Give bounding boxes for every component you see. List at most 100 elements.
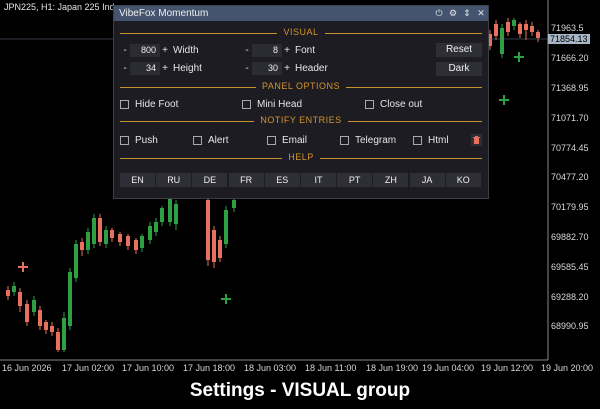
telegram-label: Telegram	[355, 134, 397, 146]
candle-body	[232, 200, 236, 208]
candle-body	[118, 234, 122, 242]
lang-button-pt[interactable]: PT	[337, 173, 373, 187]
date-tick-label: 19 Jun 12:00	[481, 363, 534, 373]
header-minus-button[interactable]: -	[242, 63, 252, 74]
section-help: HELP	[120, 152, 482, 164]
date-tick-label: 17 Jun 18:00	[183, 363, 236, 373]
candle-body	[518, 24, 522, 34]
dark-button[interactable]: Dark	[436, 62, 482, 76]
power-icon[interactable]: ⏻	[432, 6, 446, 21]
candle-body	[506, 22, 510, 32]
arrows-icon[interactable]: ⇕	[460, 6, 474, 21]
candle-body	[6, 290, 10, 296]
price-tick-label: 68990.95	[551, 321, 589, 331]
date-tick-label: 18 Jun 11:00	[305, 363, 357, 373]
candle-body	[148, 226, 152, 240]
section-visual-label: VISUAL	[277, 27, 325, 37]
lang-button-en[interactable]: EN	[120, 173, 155, 187]
panel-title: VibeFox Momentum	[119, 8, 209, 19]
settings-panel: VibeFox Momentum ⏻ ⚙ ⇕ ✕ VISUAL - 800 + …	[113, 5, 489, 199]
date-tick-label: 19 Jun 04:00	[422, 363, 475, 373]
trash-icon[interactable]	[471, 134, 482, 146]
font-label: Font	[295, 45, 316, 56]
candle-body	[168, 196, 172, 222]
price-tick-label: 71071.70	[551, 113, 589, 123]
height-value[interactable]: 34	[130, 62, 160, 75]
telegram-checkbox[interactable]: Telegram	[340, 134, 396, 146]
candle-body	[62, 318, 66, 350]
date-tick-label: 19 Jun 20:00	[541, 363, 594, 373]
height-plus-button[interactable]: +	[160, 63, 170, 74]
alert-checkbox[interactable]: Alert	[193, 134, 229, 146]
panel-title-bar[interactable]: VibeFox Momentum ⏻ ⚙ ⇕ ✕	[114, 6, 488, 21]
candle-body	[56, 332, 60, 350]
mini-head-label: Mini Head	[257, 98, 303, 110]
reset-button[interactable]: Reset	[436, 43, 482, 57]
candle-body	[174, 204, 178, 224]
height-label: Height	[173, 63, 202, 74]
lang-button-ko[interactable]: KO	[445, 173, 481, 187]
candle-body	[12, 286, 16, 292]
lang-button-de[interactable]: DE	[192, 173, 228, 187]
lang-button-it[interactable]: IT	[301, 173, 336, 187]
candle-body	[110, 230, 114, 238]
lang-button-zh[interactable]: ZH	[373, 173, 409, 187]
lang-button-es[interactable]: ES	[264, 173, 300, 187]
signal-marker	[499, 95, 509, 105]
candle-body	[74, 244, 78, 278]
candle-body	[104, 230, 108, 244]
header-stepper[interactable]: - 30 + Header	[242, 62, 328, 75]
candle-body	[92, 218, 96, 244]
hide-foot-checkbox[interactable]: Hide Foot	[120, 98, 178, 110]
price-tick-label: 71368.95	[551, 83, 589, 93]
close-out-label: Close out	[380, 98, 423, 110]
close-out-checkbox[interactable]: Close out	[365, 98, 422, 110]
date-tick-label: 18 Jun 03:00	[244, 363, 297, 373]
price-tick-label: 70179.95	[551, 202, 589, 212]
width-value[interactable]: 800	[130, 44, 160, 57]
header-plus-button[interactable]: +	[282, 63, 292, 74]
price-tick-label: 70477.20	[551, 172, 589, 182]
font-stepper[interactable]: - 8 + Font	[242, 44, 315, 57]
signal-marker	[221, 294, 231, 304]
date-tick-label: 17 Jun 02:00	[62, 363, 115, 373]
price-tick-label: 69288.20	[551, 292, 589, 302]
caption-text: Settings - VISUAL group	[189, 380, 411, 401]
section-visual: VISUAL	[120, 27, 482, 39]
width-stepper[interactable]: - 800 + Width	[120, 44, 199, 57]
candle-body	[512, 20, 516, 26]
push-checkbox[interactable]: Push	[120, 134, 158, 146]
html-checkbox[interactable]: Html	[413, 134, 449, 146]
height-stepper[interactable]: - 34 + Height	[120, 62, 202, 75]
section-panel-options: PANEL OPTIONS	[120, 81, 482, 93]
width-plus-button[interactable]: +	[160, 45, 170, 56]
lang-button-ja[interactable]: JA	[409, 173, 445, 187]
section-help-label: HELP	[282, 152, 320, 162]
chart-symbol-label: JPN225, H1: Japan 225 Ind	[4, 2, 115, 12]
candle-body	[50, 326, 54, 332]
date-tick-label: 17 Jun 10:00	[122, 363, 175, 373]
html-label: Html	[428, 134, 449, 146]
email-checkbox[interactable]: Email	[267, 134, 307, 146]
email-label: Email	[282, 134, 308, 146]
font-minus-button[interactable]: -	[242, 45, 252, 56]
candle-body	[154, 222, 158, 232]
signal-marker	[514, 52, 524, 62]
candle-body	[224, 210, 228, 244]
hide-foot-label: Hide Foot	[135, 98, 179, 110]
header-value[interactable]: 30	[252, 62, 282, 75]
candle-body	[44, 322, 48, 330]
gear-icon[interactable]: ⚙	[446, 6, 460, 21]
lang-button-ru[interactable]: RU	[156, 173, 192, 187]
font-plus-button[interactable]: +	[282, 45, 292, 56]
price-tick-label: 71666.20	[551, 53, 589, 63]
close-icon[interactable]: ✕	[474, 6, 488, 21]
lang-button-fr[interactable]: FR	[228, 173, 264, 187]
width-minus-button[interactable]: -	[120, 45, 130, 56]
height-minus-button[interactable]: -	[120, 63, 130, 74]
font-value[interactable]: 8	[252, 44, 282, 57]
push-label: Push	[135, 134, 158, 146]
candle-body	[86, 232, 90, 250]
mini-head-checkbox[interactable]: Mini Head	[242, 98, 302, 110]
candle-body	[524, 24, 528, 30]
